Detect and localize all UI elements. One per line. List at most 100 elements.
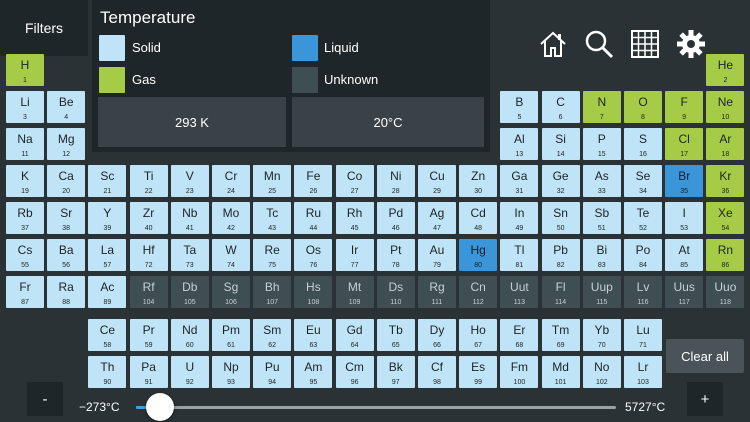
element-cell-zr[interactable]: Zr 40 (129, 202, 168, 234)
element-cell-y[interactable]: Y 39 (88, 202, 127, 234)
element-cell-lu[interactable]: Lu 71 (624, 319, 662, 351)
element-cell-te[interactable]: Te 52 (624, 202, 662, 234)
element-cell-fm[interactable]: Fm 100 (500, 356, 539, 388)
element-cell-uuo[interactable]: Uuo 118 (706, 276, 745, 308)
element-cell-hg[interactable]: Hg 80 (459, 239, 498, 271)
element-cell-lv[interactable]: Lv 116 (624, 276, 662, 308)
element-cell-sn[interactable]: Sn 50 (541, 202, 580, 234)
element-cell-ti[interactable]: Ti 22 (129, 165, 168, 197)
element-cell-ar[interactable]: Ar 18 (706, 128, 745, 160)
temperature-slider-track[interactable] (136, 406, 616, 409)
element-cell-ir[interactable]: Ir 77 (335, 239, 374, 271)
element-cell-cm[interactable]: Cm 96 (335, 356, 374, 388)
element-cell-hf[interactable]: Hf 72 (129, 239, 168, 271)
element-cell-ta[interactable]: Ta 73 (170, 239, 209, 271)
element-cell-pr[interactable]: Pr 59 (129, 319, 168, 351)
element-cell-as[interactable]: As 33 (582, 165, 621, 197)
element-cell-ba[interactable]: Ba 56 (47, 239, 86, 271)
element-cell-in[interactable]: In 49 (500, 202, 539, 234)
element-cell-ru[interactable]: Ru 44 (294, 202, 333, 234)
element-cell-mt[interactable]: Mt 109 (335, 276, 374, 308)
element-cell-cr[interactable]: Cr 24 (212, 165, 250, 197)
element-cell-pm[interactable]: Pm 61 (212, 319, 250, 351)
increase-temperature-button[interactable]: + (687, 382, 723, 416)
gear-icon[interactable] (675, 28, 707, 60)
grid-icon[interactable] (629, 28, 661, 60)
element-cell-cu[interactable]: Cu 29 (418, 165, 456, 197)
element-cell-ne[interactable]: Ne 10 (706, 91, 745, 123)
element-cell-ag[interactable]: Ag 47 (418, 202, 456, 234)
element-cell-rh[interactable]: Rh 45 (335, 202, 374, 234)
element-cell-ce[interactable]: Ce 58 (88, 319, 127, 351)
element-cell-nd[interactable]: Nd 60 (170, 319, 209, 351)
element-cell-ho[interactable]: Ho 67 (459, 319, 498, 351)
element-cell-he[interactable]: He 2 (706, 54, 745, 86)
element-cell-bi[interactable]: Bi 83 (582, 239, 621, 271)
element-cell-at[interactable]: At 85 (665, 239, 704, 271)
element-cell-db[interactable]: Db 105 (170, 276, 209, 308)
element-cell-cl[interactable]: Cl 17 (665, 128, 704, 160)
element-cell-po[interactable]: Po 84 (624, 239, 662, 271)
element-cell-pb[interactable]: Pb 82 (541, 239, 580, 271)
element-cell-f[interactable]: F9 (665, 91, 704, 123)
element-cell-si[interactable]: Si 14 (541, 128, 580, 160)
element-cell-br[interactable]: Br 35 (665, 165, 704, 197)
element-cell-tc[interactable]: Tc 43 (253, 202, 292, 234)
decrease-temperature-button[interactable]: - (27, 382, 63, 416)
element-cell-ac[interactable]: Ac 89 (88, 276, 127, 308)
element-cell-i[interactable]: I 53 (665, 202, 704, 234)
element-cell-rg[interactable]: Rg 111 (418, 276, 456, 308)
element-cell-se[interactable]: Se 34 (624, 165, 662, 197)
element-cell-sm[interactable]: Sm 62 (253, 319, 292, 351)
element-cell-ge[interactable]: Ge 32 (541, 165, 580, 197)
element-cell-li[interactable]: Li 3 (6, 91, 44, 123)
element-cell-sb[interactable]: Sb 51 (582, 202, 621, 234)
element-cell-uus[interactable]: Uus 117 (665, 276, 704, 308)
element-cell-th[interactable]: Th 90 (88, 356, 127, 388)
element-cell-uut[interactable]: Uut 113 (500, 276, 539, 308)
element-cell-ca[interactable]: Ca 20 (47, 165, 86, 197)
element-cell-np[interactable]: Np 93 (212, 356, 250, 388)
element-cell-cn[interactable]: Cn 112 (459, 276, 498, 308)
element-cell-w[interactable]: W 74 (212, 239, 250, 271)
element-cell-p[interactable]: P 15 (582, 128, 621, 160)
element-cell-hs[interactable]: Hs 108 (294, 276, 333, 308)
element-cell-ga[interactable]: Ga 31 (500, 165, 539, 197)
element-cell-ni[interactable]: Ni 28 (376, 165, 415, 197)
element-cell-u[interactable]: U 92 (170, 356, 209, 388)
element-cell-sc[interactable]: Sc 21 (88, 165, 127, 197)
element-cell-md[interactable]: Md 101 (541, 356, 580, 388)
home-icon[interactable] (537, 28, 569, 60)
element-cell-gd[interactable]: Gd 64 (335, 319, 374, 351)
element-cell-kr[interactable]: Kr 36 (706, 165, 745, 197)
element-cell-nb[interactable]: Nb 41 (170, 202, 209, 234)
element-cell-cd[interactable]: Cd 48 (459, 202, 498, 234)
element-cell-rn[interactable]: Rn 86 (706, 239, 745, 271)
element-cell-sr[interactable]: Sr 38 (47, 202, 86, 234)
element-cell-bk[interactable]: Bk 97 (376, 356, 415, 388)
element-cell-al[interactable]: Al 13 (500, 128, 539, 160)
element-cell-sg[interactable]: Sg 106 (212, 276, 250, 308)
element-cell-la[interactable]: La 57 (88, 239, 127, 271)
element-cell-b[interactable]: B5 (500, 91, 539, 123)
element-cell-dy[interactable]: Dy 66 (418, 319, 456, 351)
element-cell-cf[interactable]: Cf 98 (418, 356, 456, 388)
element-cell-cs[interactable]: Cs 55 (6, 239, 44, 271)
element-cell-h[interactable]: H1 (6, 54, 44, 86)
filters-button[interactable]: Filters (0, 0, 88, 56)
element-cell-na[interactable]: Na 11 (6, 128, 44, 160)
element-cell-pd[interactable]: Pd 46 (376, 202, 415, 234)
element-cell-xe[interactable]: Xe 54 (706, 202, 745, 234)
element-cell-pa[interactable]: Pa 91 (129, 356, 168, 388)
element-cell-no[interactable]: No 102 (582, 356, 621, 388)
element-cell-s[interactable]: S 16 (624, 128, 662, 160)
element-cell-be[interactable]: Be 4 (47, 91, 86, 123)
element-cell-pt[interactable]: Pt 78 (376, 239, 415, 271)
element-cell-bh[interactable]: Bh 107 (253, 276, 292, 308)
temperature-slider-thumb[interactable] (145, 393, 174, 421)
element-cell-pu[interactable]: Pu 94 (253, 356, 292, 388)
element-cell-es[interactable]: Es 99 (459, 356, 498, 388)
clear-all-button[interactable]: Clear all (666, 339, 744, 373)
element-cell-lr[interactable]: Lr 103 (624, 356, 662, 388)
element-cell-fl[interactable]: Fl 114 (541, 276, 580, 308)
